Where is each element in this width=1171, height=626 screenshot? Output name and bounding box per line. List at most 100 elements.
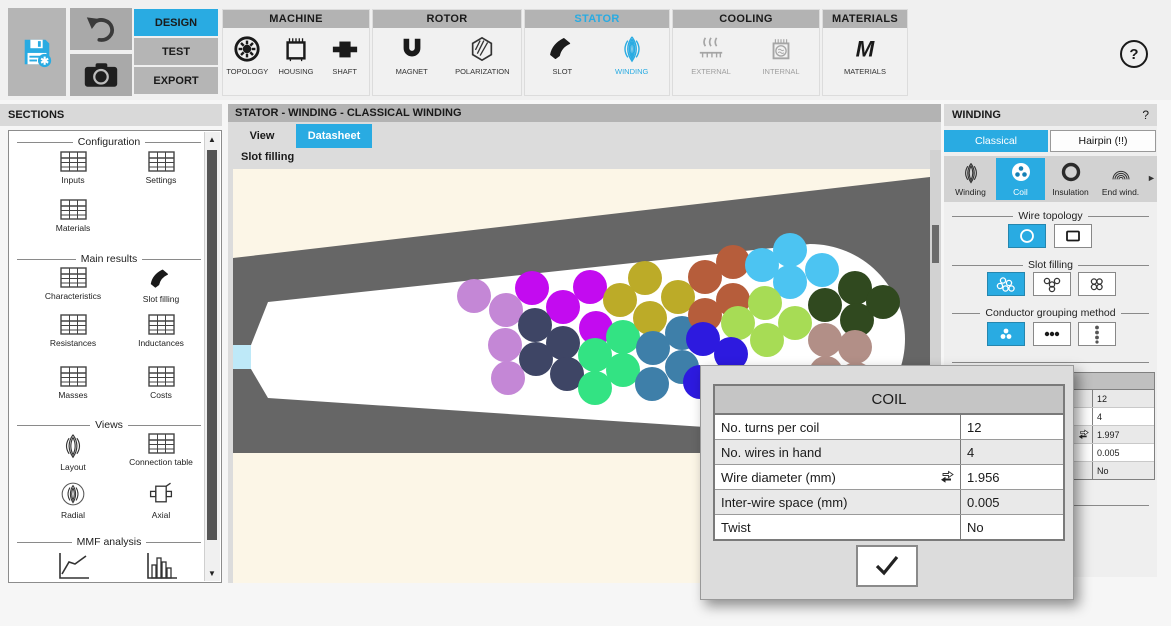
toolbar-item-slot[interactable]: SLOT: [530, 35, 594, 76]
wire[interactable]: [573, 270, 607, 304]
sidebar-item-masses[interactable]: Masses: [29, 366, 117, 400]
wire[interactable]: [716, 245, 750, 279]
sidebar-scrollbar[interactable]: ▲ ▼: [204, 132, 220, 581]
scroll-up-icon[interactable]: ▲: [205, 135, 219, 144]
group-machine: MACHINE TOPOLOGY: [222, 9, 370, 96]
wire[interactable]: [489, 293, 523, 327]
wire[interactable]: [636, 331, 670, 365]
grouping-bundle-button[interactable]: [987, 322, 1025, 346]
slot-fill-random-button[interactable]: [987, 272, 1025, 296]
dialog-row-twist[interactable]: Twist No: [715, 515, 1063, 539]
dialog-row-turns[interactable]: No. turns per coil 12: [715, 415, 1063, 440]
grouping-horizontal-button[interactable]: [1033, 322, 1071, 346]
axial-view-icon: [148, 481, 174, 507]
toolbar-item-winding[interactable]: WINDING: [600, 35, 664, 76]
inter-wire-space-value[interactable]: 0.005: [961, 495, 1000, 510]
wire[interactable]: [519, 342, 553, 376]
wire-diameter-value[interactable]: 1.956: [961, 470, 1000, 485]
tab-classical[interactable]: Classical: [944, 130, 1048, 152]
subtabs-overflow-arrow-icon[interactable]: ►: [1147, 173, 1156, 183]
sidebar-item-mmf-line-chart[interactable]: [29, 551, 117, 583]
camera-button[interactable]: [70, 54, 132, 96]
wire[interactable]: [808, 323, 842, 357]
turns-value[interactable]: 12: [961, 420, 981, 435]
wire[interactable]: [808, 288, 842, 322]
main-scrollbar-thumb[interactable]: [932, 225, 939, 263]
wire[interactable]: [578, 371, 612, 405]
dialog-row-wire-diameter[interactable]: Wire diameter (mm) 1.956: [715, 465, 1063, 490]
tab-datasheet[interactable]: Datasheet: [296, 124, 372, 148]
toolbar-item-materials[interactable]: M MATERIALS: [833, 35, 897, 76]
sections-panel: Configuration Inputs Settings Materials …: [8, 130, 222, 583]
sidebar-item-costs[interactable]: Costs: [117, 366, 205, 400]
table-icon: [148, 314, 175, 335]
sidebar-item-connection-table[interactable]: Connection table: [117, 433, 205, 467]
divider-views: Views: [17, 419, 201, 431]
tab-test[interactable]: TEST: [134, 38, 218, 65]
wire[interactable]: [633, 301, 667, 335]
tab-view[interactable]: View: [228, 124, 296, 148]
subtab-insulation[interactable]: Insulation: [1046, 158, 1095, 200]
wire[interactable]: [866, 285, 900, 319]
sidebar-item-settings[interactable]: Settings: [117, 151, 205, 185]
wire[interactable]: [603, 283, 637, 317]
twist-value[interactable]: No: [961, 520, 984, 535]
wire[interactable]: [773, 233, 807, 267]
sidebar-item-mmf-bar-chart[interactable]: [117, 551, 205, 583]
grouping-vertical-button[interactable]: [1078, 322, 1116, 346]
wire[interactable]: [748, 286, 782, 320]
tab-export[interactable]: EXPORT: [134, 67, 218, 94]
wire[interactable]: [838, 330, 872, 364]
toolbar-item-topology[interactable]: TOPOLOGY: [223, 35, 272, 76]
toolbar-item-housing[interactable]: HOUSING: [272, 35, 321, 76]
wire[interactable]: [515, 271, 549, 305]
toolbar-item-magnet[interactable]: MAGNET: [380, 35, 444, 76]
slot-fill-grid-button[interactable]: [1078, 272, 1116, 296]
divider-slot-filling: Slot filling: [952, 259, 1149, 271]
wire[interactable]: [635, 367, 669, 401]
wire[interactable]: [778, 306, 812, 340]
sidebar-item-materials[interactable]: Materials: [29, 199, 117, 233]
tab-hairpin[interactable]: Hairpin (!!): [1050, 130, 1156, 152]
sidebar-item-layout[interactable]: Layout: [29, 433, 117, 472]
toolbar-item-polarization[interactable]: POLARIZATION: [450, 35, 514, 76]
help-button[interactable]: ?: [1120, 40, 1148, 68]
sidebar-item-inductances[interactable]: Inductances: [117, 314, 205, 348]
save-button[interactable]: ✱: [8, 8, 66, 96]
sidebar-item-resistances[interactable]: Resistances: [29, 314, 117, 348]
wire[interactable]: [488, 328, 522, 362]
sidebar-item-inputs[interactable]: Inputs: [29, 151, 117, 185]
sidebar-item-axial[interactable]: Axial: [117, 481, 205, 520]
slot-fill-diagonal-button[interactable]: [1033, 272, 1071, 296]
magnet-icon: [398, 35, 426, 63]
wire-topology-rect-button[interactable]: [1054, 224, 1092, 248]
materials-icon: M: [851, 35, 879, 63]
wire[interactable]: [518, 308, 552, 342]
scroll-down-icon[interactable]: ▼: [205, 569, 219, 578]
fill-random-icon: [995, 276, 1017, 293]
checkmark-icon: [872, 554, 902, 578]
wire[interactable]: [457, 279, 491, 313]
toolbar-item-shaft[interactable]: SHAFT: [320, 35, 369, 76]
subtab-winding[interactable]: Winding: [946, 158, 995, 200]
wire[interactable]: [721, 306, 755, 340]
sidebar-item-characteristics[interactable]: Characteristics: [29, 267, 117, 301]
wire[interactable]: [546, 290, 580, 324]
dialog-row-wires-in-hand[interactable]: No. wires in hand 4: [715, 440, 1063, 465]
wire[interactable]: [805, 253, 839, 287]
ok-button[interactable]: [856, 545, 918, 587]
wire-topology-round-button[interactable]: [1008, 224, 1046, 248]
sidebar-item-radial[interactable]: Radial: [29, 481, 117, 520]
tab-design[interactable]: DESIGN: [134, 9, 218, 36]
sidebar-scrollbar-thumb[interactable]: [207, 150, 217, 540]
subtab-end-winding[interactable]: End wind.: [1096, 158, 1145, 200]
sidebar-item-slot-filling[interactable]: Slot filling: [117, 267, 205, 304]
undo-button[interactable]: [70, 8, 132, 50]
wire[interactable]: [606, 353, 640, 387]
wires-in-hand-value[interactable]: 4: [961, 445, 974, 460]
wire[interactable]: [491, 361, 525, 395]
panel-help-icon[interactable]: ?: [1142, 108, 1149, 122]
dialog-row-inter-wire-space[interactable]: Inter-wire space (mm) 0.005: [715, 490, 1063, 515]
tab-test-label: TEST: [162, 46, 190, 58]
subtab-coil[interactable]: Coil: [996, 158, 1045, 200]
